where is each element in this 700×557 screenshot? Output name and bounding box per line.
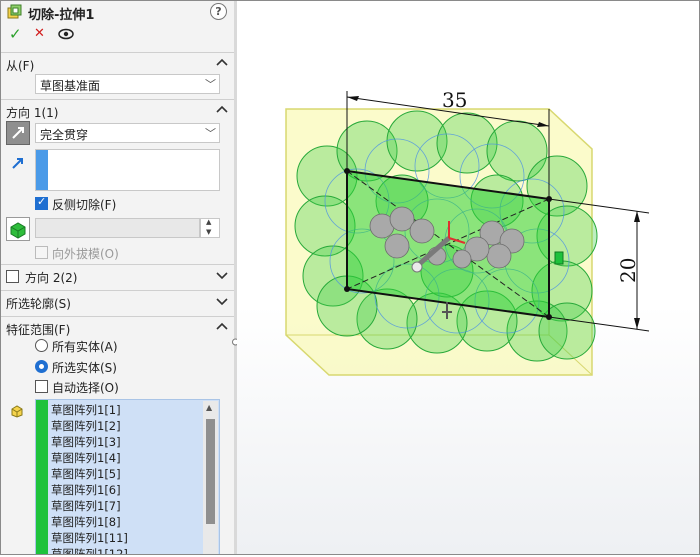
group-contours-title: 所选轮廓(S) (6, 297, 71, 311)
flip-side-checkbox[interactable] (35, 195, 48, 210)
flip-side-label: 反侧切除(F) (52, 198, 117, 212)
spin-up-icon[interactable]: ▲ (206, 218, 211, 226)
property-manager: 切除-拉伸1 ? ✓ ✕ 从(F) 草图基准面 ﹀ 方向 1(1) 完全贯穿 ﹀ (1, 1, 234, 554)
chevron-down-icon[interactable] (214, 293, 230, 309)
chevron-up-icon[interactable] (214, 102, 230, 118)
auto-select-checkbox[interactable] (35, 380, 48, 393)
list-item[interactable]: 草图阵列1[4] (51, 450, 121, 466)
draft-icon (10, 222, 26, 239)
list-item[interactable]: 草图阵列1[1] (51, 402, 121, 418)
graphics-viewport[interactable]: 35 20 (237, 1, 699, 554)
from-select-value: 草图基准面 (40, 79, 101, 93)
draft-outward-label: 向外拔模(O) (52, 247, 119, 261)
group-direction1-header[interactable]: 方向 1(1) (1, 99, 234, 123)
selection-indicator (36, 150, 48, 190)
draft-angle-spinner[interactable]: ▲ ▼ (200, 218, 220, 238)
ok-button[interactable]: ✓ (9, 25, 22, 43)
group-direction2-title: 方向 2(2) (25, 271, 78, 285)
preview-eye-icon[interactable] (58, 27, 74, 41)
group-feature-scope-header[interactable]: 特征范围(F) (1, 316, 234, 340)
draft-outward-checkbox[interactable] (35, 246, 48, 259)
cut-extrude-icon (7, 4, 22, 19)
list-item[interactable]: 草图阵列1[12] (51, 546, 128, 554)
draft-angle-input[interactable] (35, 218, 200, 238)
all-bodies-radio[interactable] (35, 339, 48, 352)
chevron-up-icon[interactable] (214, 55, 230, 71)
selected-bodies-radio[interactable] (35, 360, 48, 373)
reverse-direction-icon (12, 127, 24, 139)
feature-title: 切除-拉伸1 (28, 8, 95, 23)
group-direction1-title: 方向 1(1) (6, 106, 59, 120)
group-from-title: 从(F) (6, 59, 35, 73)
selected-bodies-list[interactable]: 草图阵列1[1] 草图阵列1[2] 草图阵列1[3] 草图阵列1[4] 草图阵列… (35, 399, 220, 554)
edge-handle[interactable] (554, 251, 564, 265)
scrollbar-thumb[interactable] (206, 419, 215, 524)
auto-select-label: 自动选择(O) (52, 381, 119, 395)
end-condition-select[interactable]: 完全贯穿 ﹀ (35, 123, 220, 143)
scroll-up-icon[interactable]: ▲ (206, 403, 212, 412)
group-direction2-header[interactable]: 方向 2(2) (1, 264, 234, 288)
action-bar: ✓ ✕ (1, 25, 234, 45)
direction-arrow-icon (12, 158, 23, 169)
end-condition-value: 完全贯穿 (40, 128, 89, 142)
list-scrollbar[interactable]: ▲ (203, 401, 218, 554)
list-item[interactable]: 草图阵列1[8] (51, 514, 121, 530)
model-view[interactable]: 35 20 (237, 1, 699, 554)
direction-reference-box[interactable] (35, 149, 220, 191)
group-feature-scope-title: 特征范围(F) (6, 323, 71, 337)
sketch-point[interactable] (344, 286, 350, 292)
help-button[interactable]: ? (210, 3, 227, 20)
list-item[interactable]: 草图阵列1[7] (51, 498, 121, 514)
reverse-direction-button[interactable] (6, 121, 30, 145)
selected-bodies-label: 所选实体(S) (52, 361, 117, 375)
draft-button[interactable] (6, 217, 30, 241)
list-item[interactable]: 草图阵列1[11] (51, 530, 128, 546)
direction2-checkbox[interactable] (6, 270, 19, 283)
solid-bodies-icon (11, 405, 23, 418)
spin-down-icon[interactable]: ▼ (206, 228, 211, 236)
from-select[interactable]: 草图基准面 ﹀ (35, 74, 220, 94)
all-bodies-label: 所有实体(A) (52, 340, 118, 354)
chevron-down-icon: ﹀ (205, 127, 216, 140)
chevron-down-icon: ﹀ (205, 78, 216, 91)
cancel-button[interactable]: ✕ (34, 25, 45, 43)
list-item[interactable]: 草图阵列1[5] (51, 466, 121, 482)
dimension-width[interactable]: 35 (442, 88, 467, 112)
selection-indicator (36, 400, 48, 554)
list-item[interactable]: 草图阵列1[3] (51, 434, 121, 450)
group-contours-header[interactable]: 所选轮廓(S) (1, 290, 234, 314)
dimension-height[interactable]: 20 (616, 258, 640, 283)
chevron-down-icon[interactable] (214, 267, 230, 283)
property-manager-header: 切除-拉伸1 ? (1, 1, 234, 23)
group-from-header[interactable]: 从(F) (1, 52, 234, 76)
list-item[interactable]: 草图阵列1[2] (51, 418, 121, 434)
arrow-handle[interactable] (411, 261, 423, 273)
chevron-up-icon[interactable] (214, 319, 230, 335)
list-item[interactable]: 草图阵列1[6] (51, 482, 121, 498)
